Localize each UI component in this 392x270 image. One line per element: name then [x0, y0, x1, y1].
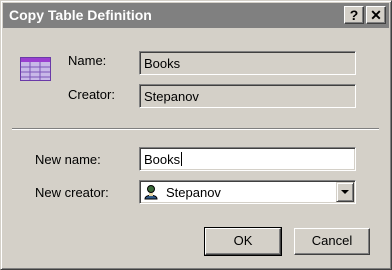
- ok-button[interactable]: OK: [204, 227, 282, 256]
- cancel-button[interactable]: Cancel: [294, 228, 370, 255]
- name-field: Books: [139, 51, 356, 75]
- name-label: Name:: [68, 53, 107, 68]
- separator: [12, 128, 379, 130]
- dialog-title: Copy Table Definition: [9, 7, 152, 23]
- new-creator-label: New creator:: [35, 185, 109, 200]
- close-icon: ✕: [370, 7, 382, 23]
- title-bar[interactable]: Copy Table Definition ? ✕: [3, 3, 389, 28]
- text-caret: [181, 152, 183, 166]
- creator-label: Creator:: [68, 87, 115, 102]
- new-name-value: Books: [144, 152, 181, 167]
- copy-table-definition-dialog: Copy Table Definition ? ✕ Name: Books Cr…: [0, 0, 392, 270]
- table-icon: [20, 57, 51, 84]
- name-value: Books: [144, 56, 181, 71]
- new-creator-value: Stepanov: [166, 185, 221, 200]
- new-creator-dropdown[interactable]: Stepanov: [139, 180, 356, 204]
- chevron-down-icon[interactable]: [336, 182, 354, 202]
- new-name-label: New name:: [35, 152, 101, 167]
- creator-value: Stepanov: [144, 89, 199, 104]
- close-button[interactable]: ✕: [366, 6, 386, 24]
- user-icon: [144, 184, 160, 203]
- new-name-input[interactable]: Books: [139, 147, 356, 171]
- creator-field: Stepanov: [139, 84, 356, 108]
- help-button[interactable]: ?: [344, 6, 364, 24]
